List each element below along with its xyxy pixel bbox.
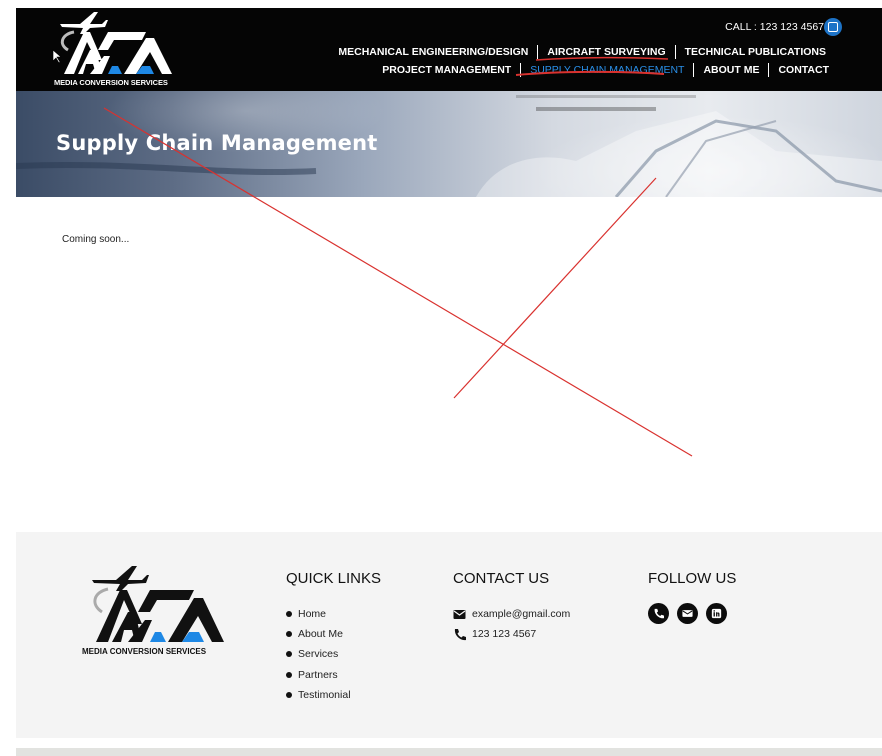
contact-email[interactable]: example@gmail.com bbox=[453, 604, 570, 624]
annotation-cross-line bbox=[453, 177, 657, 399]
nav-about-me[interactable]: ABOUT ME bbox=[703, 64, 759, 76]
quick-link-item[interactable]: Home bbox=[286, 604, 381, 624]
quick-link-item[interactable]: Services bbox=[286, 644, 381, 664]
nav-supply-chain-management[interactable]: SUPPLY CHAIN MANAGEMENT bbox=[530, 64, 684, 76]
bullet-icon bbox=[286, 671, 292, 678]
phone-icon bbox=[454, 628, 466, 640]
page: MEDIA CONVERSION SERVICES CALL : 123 123… bbox=[0, 0, 882, 756]
email-icon[interactable] bbox=[677, 603, 698, 624]
logo-graphic bbox=[60, 12, 172, 74]
quick-links-column: QUICK LINKS Home About Me Services Partn… bbox=[286, 570, 381, 705]
main-nav-row-1: MECHANICAL ENGINEERING/DESIGN AIRCRAFT S… bbox=[338, 45, 826, 59]
bottom-edge-strip bbox=[16, 748, 882, 756]
bullet-icon bbox=[286, 631, 292, 638]
nav-separator bbox=[674, 45, 676, 59]
social-icons bbox=[648, 603, 736, 624]
nav-contact[interactable]: CONTACT bbox=[778, 64, 829, 76]
footer-logo-graphic bbox=[92, 566, 224, 642]
main-nav-row-2: PROJECT MANAGEMENT SUPPLY CHAIN MANAGEME… bbox=[382, 63, 829, 77]
page-hero-banner: Supply Chain Management bbox=[16, 91, 882, 197]
nav-separator bbox=[768, 63, 770, 77]
logo-caption: MEDIA CONVERSION SERVICES bbox=[54, 78, 168, 87]
quick-link-item[interactable]: About Me bbox=[286, 624, 381, 644]
contact-phone[interactable]: 123 123 4567 bbox=[453, 624, 570, 644]
page-title: Supply Chain Management bbox=[56, 131, 378, 155]
bullet-icon bbox=[286, 651, 292, 658]
quick-link-item[interactable]: Partners bbox=[286, 665, 381, 685]
follow-heading: FOLLOW US bbox=[648, 570, 737, 587]
footer-logo-caption: MEDIA CONVERSION SERVICES bbox=[82, 647, 207, 656]
linkedin-icon[interactable] bbox=[706, 603, 727, 624]
call-number[interactable]: CALL : 123 123 4567 bbox=[725, 21, 824, 33]
nav-project-management[interactable]: PROJECT MANAGEMENT bbox=[382, 64, 511, 76]
nav-separator bbox=[537, 45, 539, 59]
follow-column: FOLLOW US bbox=[648, 570, 736, 624]
quick-link-item[interactable]: Testimonial bbox=[286, 685, 381, 705]
bullet-icon bbox=[286, 691, 292, 698]
bullet-icon bbox=[286, 611, 292, 618]
quick-links-list: Home About Me Services Partners Testimon… bbox=[286, 604, 381, 705]
site-logo[interactable]: MEDIA CONVERSION SERVICES bbox=[50, 10, 180, 90]
contact-heading: CONTACT US bbox=[453, 570, 550, 587]
linkedin-icon[interactable] bbox=[824, 18, 842, 36]
page-body-text: Coming soon... bbox=[62, 234, 130, 245]
quick-links-heading: QUICK LINKS bbox=[286, 570, 382, 587]
phone-icon[interactable] bbox=[648, 603, 669, 624]
contact-column: CONTACT US example@gmail.com 123 123 456… bbox=[453, 570, 570, 644]
nav-separator bbox=[520, 63, 522, 77]
footer-logo[interactable] bbox=[82, 564, 232, 656]
nav-separator bbox=[693, 63, 695, 77]
site-header: MEDIA CONVERSION SERVICES CALL : 123 123… bbox=[16, 8, 882, 91]
envelope-icon bbox=[453, 609, 466, 619]
nav-technical-publications[interactable]: TECHNICAL PUBLICATIONS bbox=[685, 46, 826, 58]
nav-mechanical-engineering[interactable]: MECHANICAL ENGINEERING/DESIGN bbox=[338, 46, 528, 58]
nav-aircraft-surveying[interactable]: AIRCRAFT SURVEYING bbox=[547, 46, 665, 58]
site-footer: MEDIA CONVERSION SERVICES QUICK LINKS Ho… bbox=[16, 532, 882, 738]
